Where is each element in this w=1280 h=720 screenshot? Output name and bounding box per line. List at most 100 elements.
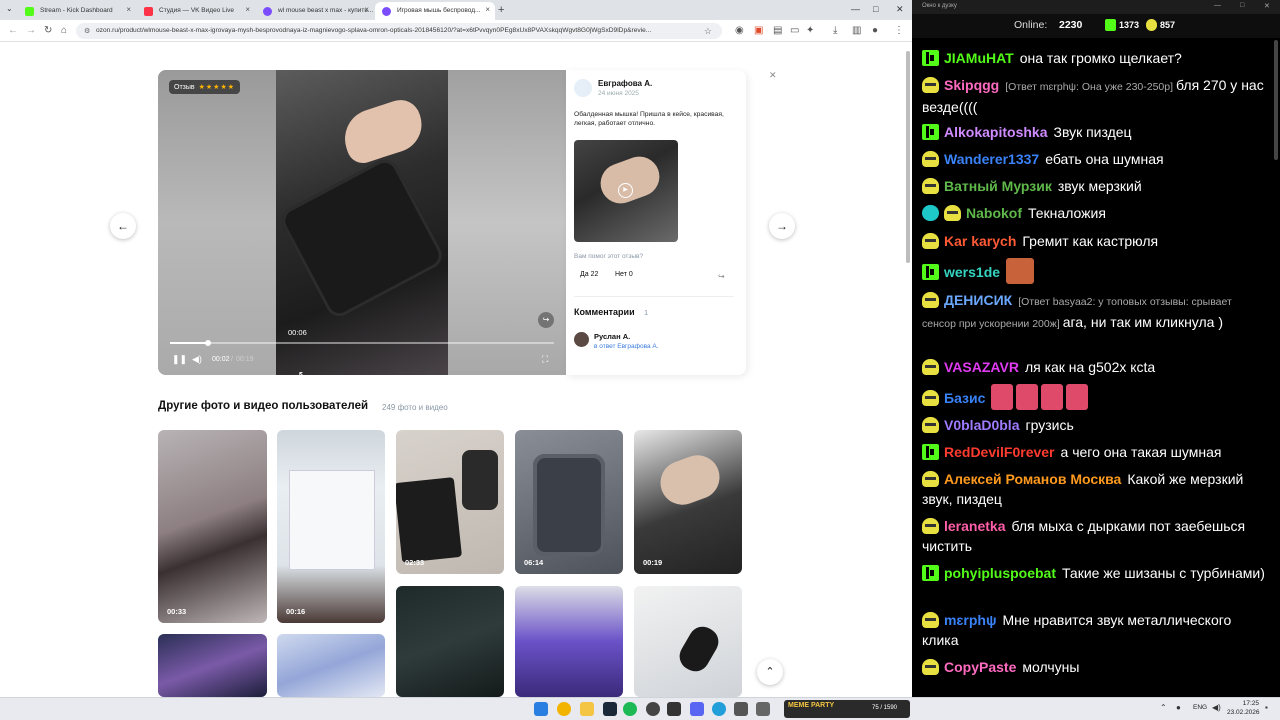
bookmark-star-icon[interactable]: ☆ (704, 26, 712, 37)
microphone-icon[interactable]: ● (1176, 703, 1181, 712)
gallery-item[interactable] (158, 634, 267, 697)
previous-media-button[interactable]: ← (110, 213, 136, 239)
chat-username[interactable]: Ватный Мурзик (944, 178, 1052, 194)
helpful-yes-button[interactable]: Да 22 (574, 268, 602, 282)
tray-chevron-icon[interactable]: ⌃ (1160, 703, 1167, 712)
chat-username[interactable]: V0blaD0bla (944, 417, 1019, 433)
home-icon[interactable]: ⌂ (61, 25, 67, 36)
downloads-icon[interactable]: ⤓ (833, 25, 837, 36)
obs-icon[interactable] (646, 702, 660, 716)
app-icon[interactable] (756, 702, 770, 716)
back-icon[interactable]: ← (8, 25, 18, 36)
chat-scrollbar[interactable] (1274, 40, 1278, 160)
maximize-icon[interactable]: □ (1240, 2, 1244, 9)
spotify-icon[interactable] (623, 702, 637, 716)
video-duration: 00:16 (286, 607, 306, 616)
close-tab-icon[interactable]: × (245, 5, 250, 14)
comment-reply-to[interactable]: в ответ Евграфова А. (594, 343, 659, 350)
screen-capture-icon[interactable]: ▭ (790, 25, 799, 36)
forward-icon[interactable]: → (26, 25, 36, 36)
address-bar[interactable]: ⚙ ozon.ru/product/wlmouse-beast-x-max-ig… (76, 23, 722, 39)
sidebar-icon[interactable]: ▥ (852, 25, 861, 36)
tab-ozon-search[interactable]: wl mouse beast x max - купить... × (256, 2, 374, 20)
chat-username[interactable]: JIAMuHAT (944, 50, 1014, 66)
close-tab-icon[interactable]: × (485, 5, 490, 14)
maximize-icon[interactable]: □ (873, 4, 878, 14)
gallery-item[interactable] (396, 586, 504, 697)
discord-icon[interactable] (690, 702, 704, 716)
gallery-item[interactable] (515, 586, 623, 697)
site-info-icon[interactable]: ⚙ (84, 27, 90, 35)
helpful-no-button[interactable]: Нет 0 (610, 268, 640, 282)
menu-kebab-icon[interactable]: ⋮ (894, 25, 904, 36)
url-text: ozon.ru/product/wlmouse-beast-x-max-igro… (96, 27, 652, 34)
scroll-to-top-button[interactable]: ⌃ (757, 659, 783, 685)
chat-username[interactable]: Nabokof (966, 205, 1022, 221)
chat-username[interactable]: Skipqgg (944, 77, 999, 93)
chat-username[interactable]: Alkokapitoshka (944, 124, 1047, 140)
gallery-item[interactable] (277, 634, 385, 697)
extension-icon[interactable]: ◉ (735, 25, 744, 36)
meme-party-widget[interactable]: MEME PARTY 75 / 1590 (784, 700, 910, 718)
page-scrollbar[interactable] (906, 51, 910, 263)
gallery-item[interactable]: 00:19 (634, 430, 742, 574)
share-icon[interactable]: ↪ (538, 312, 554, 328)
chat-username[interactable]: Базис (944, 390, 985, 406)
app-icon[interactable] (734, 702, 748, 716)
new-tab-icon[interactable]: + (498, 4, 504, 16)
telegram-icon[interactable] (712, 702, 726, 716)
tab-list-icon[interactable]: ⌄ (6, 4, 13, 13)
gallery-item[interactable] (634, 586, 742, 697)
chat-username[interactable]: pohyipluspoebat (944, 565, 1056, 581)
minimize-icon[interactable]: — (1214, 2, 1221, 9)
extension-icon[interactable]: ▤ (773, 25, 782, 36)
chat-username[interactable]: mɛrphψ (944, 612, 997, 628)
profile-icon[interactable]: ● (872, 25, 878, 36)
explorer-icon[interactable] (580, 702, 594, 716)
close-tab-icon[interactable]: × (364, 5, 369, 14)
chat-username[interactable]: wers1de (944, 264, 1000, 280)
chat-username[interactable]: Алексей Романов Москва (944, 471, 1121, 487)
steam-icon[interactable] (603, 702, 617, 716)
tab-kick-dashboard[interactable]: Stream - Kick Dashboard × (18, 2, 136, 20)
chat-username[interactable]: RedDevilF0rever (944, 444, 1055, 460)
review-video-thumbnail[interactable]: ▶ (574, 140, 678, 242)
minimize-icon[interactable]: — (851, 4, 860, 14)
chat-username[interactable]: Kar karych (944, 233, 1016, 249)
gallery-item[interactable]: 02:33 (396, 430, 504, 574)
notifications-icon[interactable]: ▪ (1265, 703, 1268, 712)
fullscreen-icon[interactable]: ⛶ (542, 354, 548, 365)
chat-username[interactable]: CopyPaste (944, 659, 1016, 675)
gallery-item[interactable]: 00:33 (158, 430, 267, 623)
gallery-item[interactable]: 06:14 (515, 430, 623, 574)
close-window-icon[interactable]: ✕ (896, 4, 904, 15)
volume-icon[interactable]: ◀) (1212, 703, 1221, 712)
pause-icon[interactable]: ❚❚ (172, 354, 187, 365)
comment-author[interactable]: Руслан А. (594, 332, 630, 341)
tab-ozon-product[interactable]: Игровая мышь беспровод... × (375, 2, 495, 20)
review-video-player[interactable]: Отзыв ★★★★★ ↪ 00:06 ❚❚ ◀) 00:02 / 00:19 ⛶… (158, 70, 566, 375)
chrome-icon[interactable] (557, 702, 571, 716)
close-modal-icon[interactable]: ✕ (769, 70, 777, 81)
video-progress-bar[interactable] (170, 340, 554, 346)
chat-username[interactable]: Wanderer1337 (944, 151, 1039, 167)
play-icon[interactable]: ▶ (618, 183, 633, 198)
tab-vk-studio[interactable]: Студия — VK Видео Live × (137, 2, 255, 20)
extension-badge-icon[interactable]: ▣ (754, 25, 763, 36)
clock[interactable]: 17:25 23.02.2026 (1227, 699, 1260, 717)
share-icon[interactable]: ↪ (718, 272, 725, 281)
gallery-item[interactable]: 00:16 (277, 430, 385, 623)
volume-icon[interactable]: ◀) (192, 354, 202, 365)
start-icon[interactable] (534, 702, 548, 716)
chat-username[interactable]: ДЕНИСИК (944, 292, 1012, 308)
next-media-button[interactable]: → (769, 213, 795, 239)
close-tab-icon[interactable]: × (126, 5, 131, 14)
chat-username[interactable]: leranetka (944, 518, 1005, 534)
reload-icon[interactable]: ↻ (44, 25, 52, 36)
close-window-icon[interactable]: ✕ (1264, 2, 1270, 10)
chat-username[interactable]: VASAZAVR (944, 359, 1019, 375)
review-author[interactable]: Евграфова А. (598, 79, 652, 88)
extensions-puzzle-icon[interactable]: ✦ (806, 25, 814, 36)
input-language[interactable]: ENG (1193, 704, 1207, 711)
app-icon[interactable] (667, 702, 681, 716)
